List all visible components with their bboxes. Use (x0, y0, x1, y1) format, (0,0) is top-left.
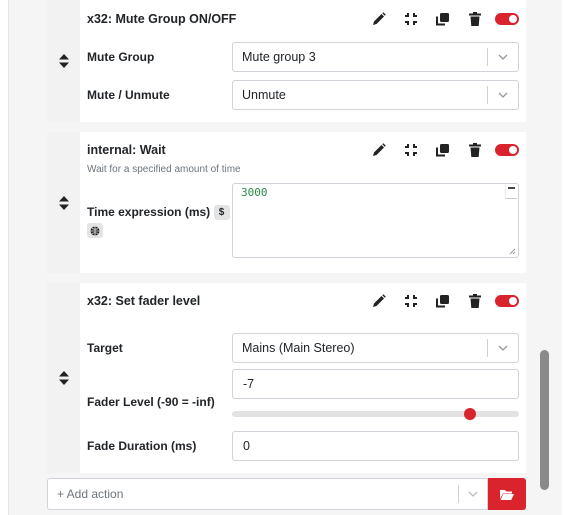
enable-toggle[interactable] (495, 13, 519, 25)
select-value: Mains (Main Stereo) (242, 341, 355, 355)
globe-icon[interactable] (87, 223, 103, 239)
field-label: Target (87, 341, 123, 355)
add-action-select[interactable]: + Add action (47, 478, 488, 510)
field-row: Mute / Unmute Unmute (87, 76, 519, 114)
chevron-down-icon (488, 54, 518, 60)
pencil-icon (373, 12, 386, 25)
variable-chip[interactable]: $ (213, 205, 230, 221)
edit-button[interactable] (363, 140, 395, 160)
action-toolbar (363, 140, 519, 160)
field-row: Mute Group Mute group 3 (87, 38, 519, 76)
field-label: Time expression (ms) (87, 205, 211, 219)
compress-icon (405, 144, 417, 156)
drag-handle[interactable] (47, 283, 80, 473)
add-action-placeholder: + Add action (57, 487, 124, 501)
mute-unmute-select[interactable]: Unmute (232, 80, 519, 110)
trash-icon (469, 294, 481, 308)
collapse-button[interactable] (395, 291, 427, 311)
import-action-button[interactable] (488, 478, 526, 510)
action-card-wait: internal: Wait Wait for a specified amou… (47, 132, 526, 273)
field-label: Mute Group (87, 50, 155, 64)
field-row: Fader Level (-90 = -inf) -7 (87, 369, 519, 421)
trash-icon (469, 143, 481, 157)
enable-toggle[interactable] (495, 295, 519, 307)
add-action-bar: + Add action (47, 478, 526, 510)
textarea-scrollbar[interactable] (505, 185, 517, 199)
collapse-button[interactable] (395, 9, 427, 29)
pencil-icon (373, 143, 386, 156)
field-label: Fader Level (-90 = -inf) (87, 395, 215, 409)
field-row: Time expression (ms) $ 3000 (87, 183, 519, 258)
delete-button[interactable] (459, 291, 491, 311)
action-title: internal: Wait (87, 143, 166, 157)
chevron-down-icon (459, 491, 487, 497)
field-row: Target Mains (Main Stereo) (87, 329, 519, 367)
enable-toggle[interactable] (495, 144, 519, 156)
drag-handle[interactable] (47, 0, 80, 122)
field-label: Mute / Unmute (87, 88, 170, 102)
compress-icon (405, 295, 417, 307)
duplicate-button[interactable] (427, 291, 459, 311)
folder-open-icon (500, 489, 514, 500)
select-value: Mute group 3 (242, 50, 316, 64)
slider-thumb[interactable] (464, 408, 477, 420)
duplicate-button[interactable] (427, 9, 459, 29)
sort-handle-icon (58, 195, 69, 210)
target-select[interactable]: Mains (Main Stereo) (232, 333, 519, 363)
edit-button[interactable] (363, 9, 395, 29)
action-title: x32: Mute Group ON/OFF (87, 12, 237, 26)
sort-handle-icon (58, 54, 69, 68)
pencil-icon (373, 294, 386, 307)
trash-icon (469, 12, 481, 26)
chevron-down-icon (488, 345, 518, 351)
action-description: Wait for a specified amount of time (87, 164, 241, 175)
action-title: x32: Set fader level (87, 294, 201, 308)
fader-level-slider[interactable] (232, 407, 519, 421)
fade-duration-input[interactable]: 0 (232, 431, 519, 461)
action-toolbar (363, 9, 519, 29)
action-toolbar (363, 291, 519, 311)
compress-icon (405, 13, 417, 25)
field-label-group: Time expression (ms) $ (87, 183, 232, 239)
copy-icon (436, 144, 449, 157)
edit-button[interactable] (363, 291, 395, 311)
action-list: x32: Mute Group ON/OFF Mute Group Mute g… (47, 0, 526, 483)
mute-group-select[interactable]: Mute group 3 (232, 42, 519, 72)
copy-icon (436, 13, 449, 26)
action-card-mute-group: x32: Mute Group ON/OFF Mute Group Mute g… (47, 0, 526, 122)
collapse-button[interactable] (395, 140, 427, 160)
drag-handle[interactable] (47, 132, 80, 273)
action-card-fader: x32: Set fader level Target Mains (Main … (47, 283, 526, 473)
panel-scrollbar[interactable] (540, 350, 549, 490)
delete-button[interactable] (459, 9, 491, 29)
field-row: Fade Duration (ms) 0 (87, 427, 519, 465)
textarea-value: 3000 (241, 186, 268, 199)
field-label: Fade Duration (ms) (87, 439, 197, 453)
fader-level-input[interactable]: -7 (232, 369, 519, 399)
duplicate-button[interactable] (427, 140, 459, 160)
time-expression-textarea[interactable]: 3000 (232, 183, 519, 258)
chevron-down-icon (488, 92, 518, 98)
sort-handle-icon (58, 371, 69, 385)
select-value: Unmute (242, 88, 286, 102)
resize-grip-icon[interactable] (508, 247, 516, 255)
copy-icon (436, 295, 449, 308)
delete-button[interactable] (459, 140, 491, 160)
